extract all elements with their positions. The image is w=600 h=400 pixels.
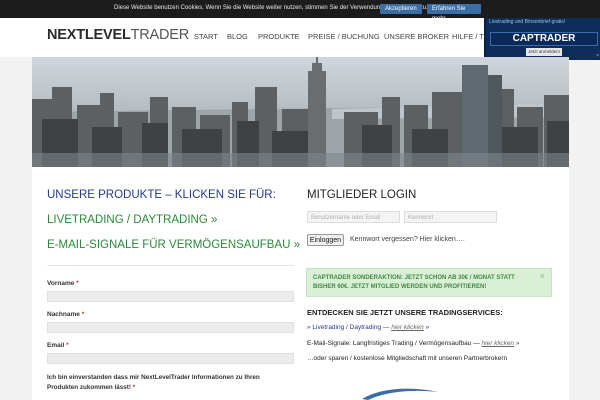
service-item-livetrading[interactable]: » Livetrading / Daytrading — hier klicke… [307, 324, 429, 331]
promo-text: CAPTRADER SONDERAKTION: JETZT SCHON AB 3… [313, 275, 515, 290]
forgot-password-link[interactable]: Kennwort vergessen? Hier klicken…. [350, 236, 465, 243]
close-icon[interactable]: × [540, 271, 545, 281]
cookie-learn-more-button[interactable]: Erfahren Sie mehr [427, 4, 481, 22]
ad-tagline: Livetrading und Börsenbrief gratis! [489, 19, 566, 25]
required-marker: * [132, 384, 136, 391]
member-login-heading: MITGLIEDER LOGIN [307, 189, 417, 201]
ad-logo: CAPTRADER [490, 32, 598, 46]
email-label-text: Email [47, 342, 65, 349]
consent-text: Ich bin einverstanden dass mir NextLevel… [47, 374, 260, 391]
site-logo[interactable]: NEXTLEVELTRADER [47, 27, 189, 43]
service-item-partner-brokers[interactable]: …oder sparen / kostenlose Mitgliedschaft… [307, 355, 507, 362]
vorname-label-text: Vorname [47, 280, 75, 287]
service-title: » Livetrading / Daytrading — [307, 324, 390, 331]
login-button[interactable]: Einloggen [307, 234, 344, 246]
consent-label: Ich bin einverstanden dass mir NextLevel… [47, 373, 292, 393]
section-divider [47, 265, 294, 266]
nav-item-start[interactable]: START [194, 32, 218, 41]
arrow-icon: » [515, 340, 520, 347]
skyline-illustration [32, 57, 569, 167]
email-label: Email * [47, 342, 69, 349]
hier-klicken-link[interactable]: hier klicken [391, 324, 424, 331]
nav-item-blog[interactable]: BLOG [227, 32, 248, 41]
password-input[interactable]: Kennwort [404, 211, 497, 223]
hier-klicken-link[interactable]: hier klicken [482, 340, 515, 347]
email-input[interactable] [47, 353, 294, 364]
arrow-icon: » [425, 324, 430, 331]
nav-item-broker[interactable]: UNSERE BROKER [384, 32, 449, 41]
cookie-accept-button[interactable]: Akzeptieren [380, 4, 422, 14]
cookie-bar: Diese Website benutzen Cookies. Wenn Sie… [0, 0, 600, 22]
livetrading-link[interactable]: LIVETRADING / DAYTRADING » [47, 214, 217, 226]
required-marker: * [76, 280, 79, 287]
nav-item-produkte[interactable]: PRODUKTE [258, 32, 300, 41]
ad-close-icon[interactable]: × [596, 53, 599, 59]
vorname-input[interactable] [47, 291, 294, 302]
captrader-ad-banner[interactable]: Livetrading und Börsenbrief gratis! CAPT… [484, 18, 600, 60]
required-marker: * [66, 342, 69, 349]
required-marker: * [81, 311, 85, 318]
ad-signup-button[interactable]: Jetzt anmelden! [526, 48, 562, 56]
nav-item-preise[interactable]: PREISE / BUCHUNG [308, 32, 380, 41]
service-title: E-Mail-Signale: Langfristiges Trading / … [307, 340, 480, 347]
nachname-label-text: Nachname [47, 311, 80, 318]
products-heading: UNSERE PRODUKTE – KLICKEN SIE FÜR: [47, 189, 276, 201]
services-heading: ENTDECKEN SIE JETZT UNSERE TRADINGSERVIC… [307, 308, 503, 317]
service-item-email-signals[interactable]: E-Mail-Signale: Langfristiges Trading / … [307, 340, 519, 347]
partner-logo-swoosh [362, 388, 438, 400]
nachname-input[interactable] [47, 322, 294, 333]
nachname-label: Nachname * [47, 311, 84, 318]
username-input[interactable]: Benutzername oder Email [307, 211, 400, 223]
email-signals-link[interactable]: E-MAIL-SIGNALE FÜR VERMÖGENSAUFBAU » [47, 239, 300, 251]
logo-bold-part: NEXTLEVEL [47, 27, 131, 43]
service-title: …oder sparen / kostenlose Mitgliedschaft… [307, 355, 508, 362]
promo-alert: CAPTRADER SONDERAKTION: JETZT SCHON AB 3… [306, 268, 552, 297]
vorname-label: Vorname * [47, 280, 79, 287]
hero-skyline-image [32, 57, 569, 167]
logo-light-part: TRADER [130, 27, 190, 43]
